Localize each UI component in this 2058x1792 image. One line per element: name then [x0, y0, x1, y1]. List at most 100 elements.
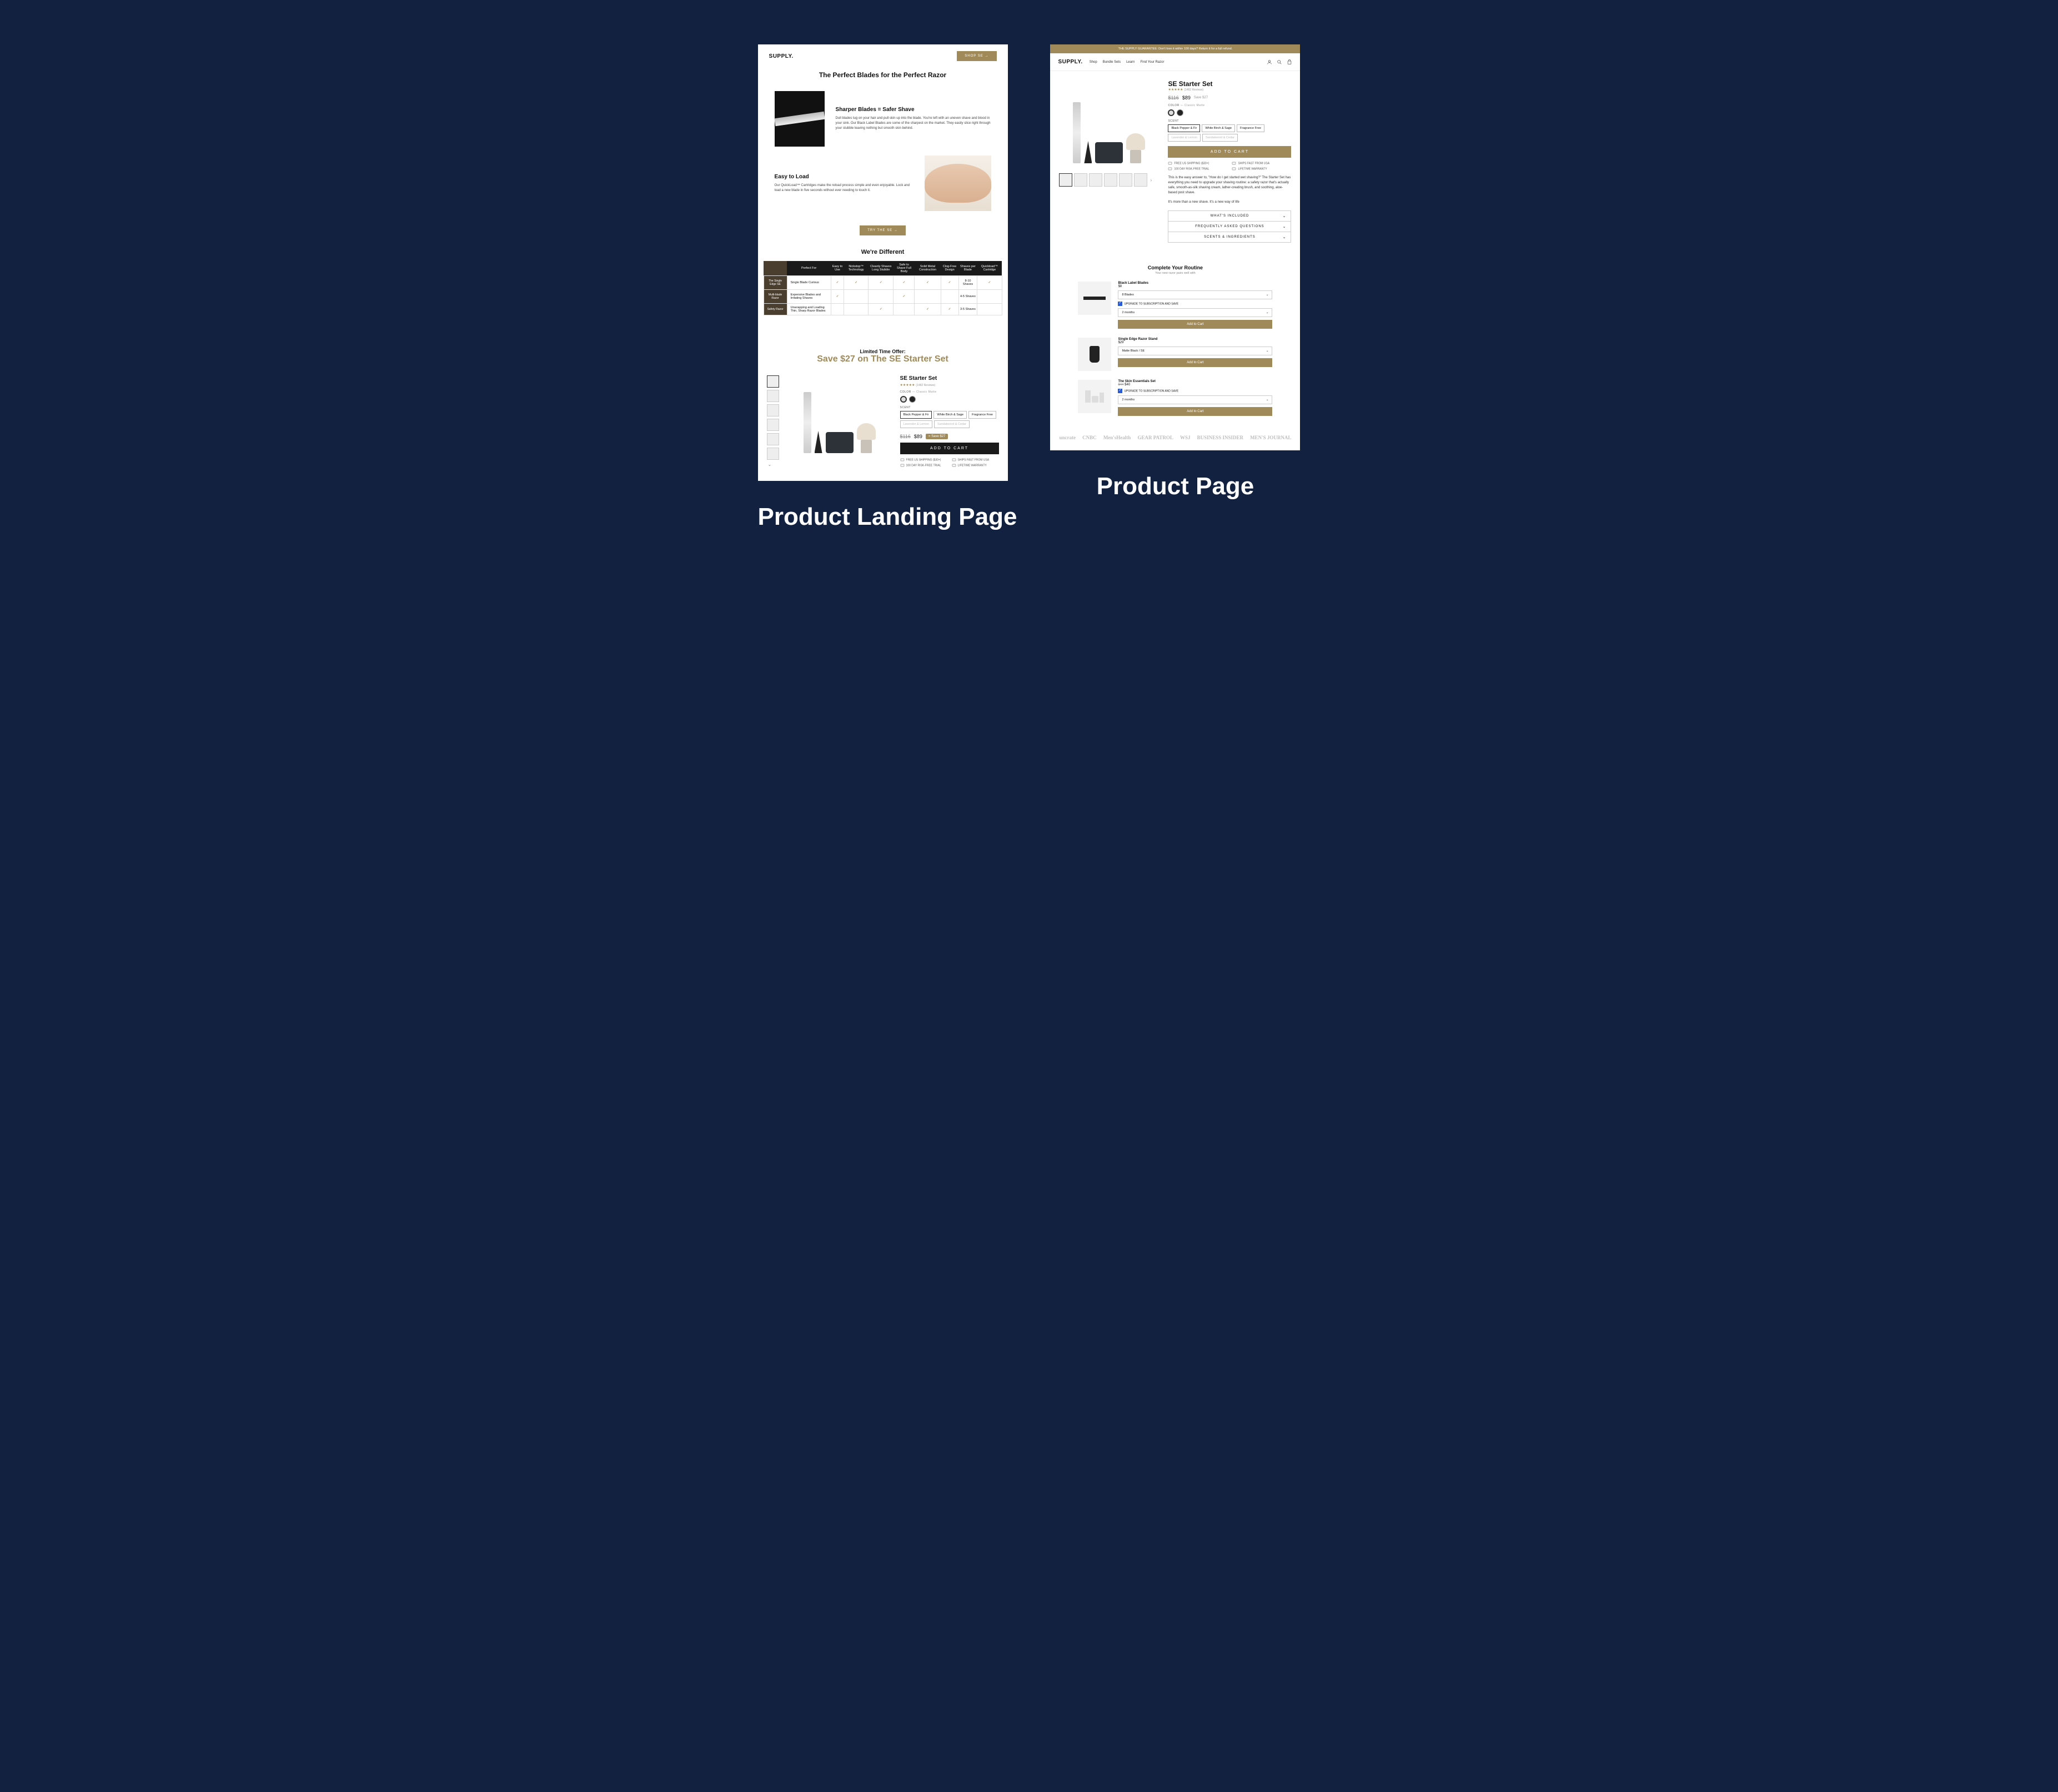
product-image — [787, 375, 892, 459]
thumb[interactable] — [1089, 173, 1102, 187]
table-cell — [844, 290, 869, 304]
table-cell: 3-5 Shaves — [958, 304, 977, 315]
color-label: COLOR — [1168, 104, 1179, 107]
guarantee-banner: THE SUPPLY GUARANTEE: Don't love it with… — [1050, 44, 1300, 53]
color-swatch[interactable] — [900, 396, 907, 403]
accordion-row[interactable]: FREQUENTLY ASKED QUESTIONS⌄ — [1168, 222, 1291, 232]
table-cell: ✓ — [894, 290, 915, 304]
product-name: SE Starter Set — [1168, 80, 1291, 88]
thumb-next-icon[interactable]: › — [1149, 178, 1153, 183]
add-to-cart-button[interactable]: ADD TO CART — [900, 443, 999, 454]
table-cell: ✓ — [915, 304, 941, 315]
interval-select[interactable]: 2 months⌄ — [1118, 395, 1272, 404]
table-cell: 8-10 Shaves — [958, 276, 977, 290]
thumb[interactable] — [767, 419, 779, 431]
routine-subtitle: Your new razor pairs well with — [1050, 272, 1300, 275]
press-logo: WSJ — [1180, 435, 1191, 440]
feature-title: Sharper Blades = Safer Shave — [836, 107, 991, 113]
table-cell — [869, 290, 894, 304]
checkbox-icon — [1118, 302, 1122, 306]
table-header: Quickload™ Cartridge — [977, 261, 1002, 276]
thumb[interactable] — [767, 390, 779, 402]
add-to-cart-button[interactable]: Add to Cart — [1118, 320, 1272, 329]
thumb[interactable] — [767, 375, 779, 388]
try-se-button[interactable]: TRY THE SE → — [860, 225, 906, 235]
thumb[interactable] — [1059, 173, 1072, 187]
subscribe-toggle[interactable]: UPGRADE TO SUBSCRIPTION AND SAVE — [1118, 389, 1272, 393]
left-caption: Product Landing Page — [758, 503, 1017, 531]
table-cell: Expensive Blades and Irritating Shaves — [787, 290, 831, 304]
thumbnail-strip: ⌄ — [767, 375, 779, 468]
account-icon[interactable] — [1267, 59, 1272, 65]
nav-link[interactable]: Learn — [1126, 61, 1135, 64]
upsell-image — [1078, 380, 1111, 413]
feature-image-load — [925, 155, 991, 211]
feature-sharper: Sharper Blades = Safer Shave Dull blades… — [758, 87, 1008, 151]
accordion-row[interactable]: WHAT'S INCLUDED⌄ — [1168, 211, 1291, 222]
scent-chip[interactable]: White Birch & Sage — [1202, 124, 1235, 132]
feature-image-blade — [775, 91, 825, 147]
scent-chip[interactable]: White Birch & Sage — [933, 411, 967, 419]
add-to-cart-button[interactable]: Add to Cart — [1118, 407, 1272, 416]
main-nav: Shop Bundle Sets Learn Find Your Razor — [1090, 61, 1164, 64]
table-header: Safe to Shave Full Body — [894, 261, 915, 276]
perk-item: 100 DAY RISK-FREE TRIAL — [900, 463, 947, 468]
color-swatch[interactable] — [1168, 109, 1174, 116]
thumb[interactable] — [1104, 173, 1117, 187]
thumb[interactable] — [767, 404, 779, 416]
scent-label: SCENT — [900, 406, 999, 409]
thumb[interactable] — [767, 448, 779, 460]
gallery: › — [1059, 80, 1159, 243]
scent-chip[interactable]: Fragrance Free — [968, 411, 996, 419]
nav-link[interactable]: Shop — [1090, 61, 1097, 64]
perk-item: LIFETIME WARRANTY — [1232, 167, 1291, 171]
thumb[interactable] — [1074, 173, 1087, 187]
interval-select[interactable]: 2 months⌄ — [1118, 308, 1272, 317]
variant-select[interactable]: 8 Blades⌄ — [1118, 290, 1272, 299]
thumb-next-icon[interactable]: ⌄ — [767, 462, 779, 467]
scent-chip[interactable]: Fragrance Free — [1237, 124, 1264, 132]
table-cell: Single Blade Curious — [787, 276, 831, 290]
thumbnail-strip: › — [1059, 173, 1159, 187]
add-to-cart-button[interactable]: Add to Cart — [1118, 358, 1272, 367]
perk-item: FREE US SHIPPING ($30+) — [1168, 161, 1227, 165]
offer-small: Limited Time Offer: — [758, 349, 1008, 354]
add-to-cart-button[interactable]: ADD TO CART — [1168, 146, 1291, 158]
feature-easy-load: Easy to Load Our QuickLoad™ Cartridges m… — [758, 151, 1008, 215]
thumb[interactable] — [1134, 173, 1147, 187]
compare-title: We're Different — [758, 241, 1008, 261]
scent-chip: Sandalwood & Cedar — [934, 420, 970, 428]
perk-item: SHIPS FAST FROM USA — [952, 458, 999, 462]
search-icon[interactable] — [1277, 59, 1282, 65]
stars-icon: ★★★★★ — [900, 384, 915, 387]
scent-chip[interactable]: Black Pepper & Fir — [1168, 124, 1200, 132]
shop-se-button[interactable]: SHOP SE → — [957, 51, 996, 61]
accordion-row[interactable]: SCENTS & INGREDIENTS⌄ — [1168, 232, 1291, 242]
table-cell — [977, 290, 1002, 304]
press-logo: BUSINESS INSIDER — [1197, 435, 1243, 440]
scent-chip[interactable]: Black Pepper & Fir — [900, 411, 932, 419]
thumb[interactable] — [767, 433, 779, 445]
table-cell: ✓ — [869, 276, 894, 290]
table-cell: ✓ — [844, 276, 869, 290]
upsell-price: $44 $40 — [1118, 383, 1272, 386]
scent-chip: Lavender & Lemon — [900, 420, 932, 428]
table-header: Nickstop™ Technology — [844, 261, 869, 276]
thumb[interactable] — [1119, 173, 1132, 187]
variant-select[interactable]: Matte Black / SE⌄ — [1118, 347, 1272, 355]
table-header: Cleanly Shaves Long Stubble — [869, 261, 894, 276]
subscribe-toggle[interactable]: UPGRADE TO SUBSCRIPTION AND SAVE — [1118, 302, 1272, 306]
color-value: — Classic Matte — [912, 390, 937, 394]
table-header: Solid Metal Construction — [915, 261, 941, 276]
color-swatch[interactable] — [909, 396, 916, 403]
nav-link[interactable]: Find Your Razor — [1140, 61, 1164, 64]
upsell-item: Single Edge Razor Stand$29Matte Black / … — [1050, 338, 1300, 380]
nav-link[interactable]: Bundle Sets — [1103, 61, 1121, 64]
brand-logo: SUPPLY. — [769, 53, 794, 59]
accordion: WHAT'S INCLUDED⌄FREQUENTLY ASKED QUESTIO… — [1168, 210, 1291, 243]
scent-label: SCENT — [1168, 119, 1291, 123]
rp-header: SUPPLY. ShopBundle SetsLearnFind Your Ra… — [1050, 53, 1300, 71]
color-swatch[interactable] — [1177, 109, 1183, 116]
cart-icon[interactable] — [1287, 59, 1292, 65]
product-image — [1059, 80, 1159, 169]
